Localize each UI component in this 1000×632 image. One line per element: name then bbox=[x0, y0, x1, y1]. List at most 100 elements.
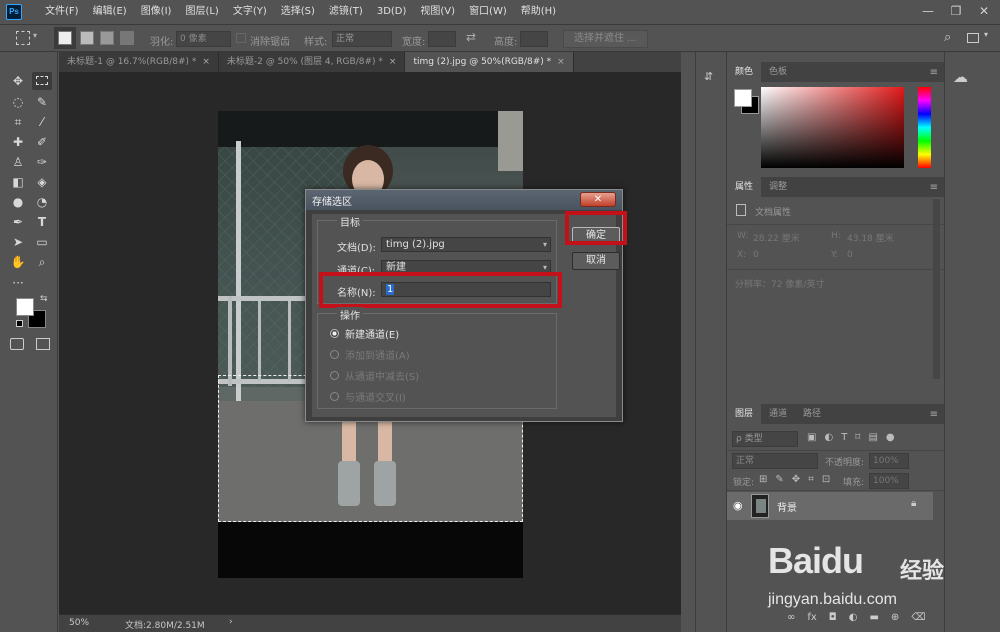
dialog-close-button[interactable]: ✕ bbox=[580, 192, 616, 207]
cancel-button[interactable]: 取消 bbox=[572, 252, 620, 270]
intersect-selection-icon[interactable] bbox=[120, 31, 134, 45]
lock-artboard-icon[interactable]: ⌗ bbox=[808, 474, 814, 485]
link-layers-icon[interactable]: ∞ bbox=[787, 612, 795, 623]
history-brush-tool-icon[interactable]: ✑ bbox=[32, 153, 52, 171]
restore-button[interactable]: ❐ bbox=[942, 2, 970, 20]
style-select[interactable]: 正常 bbox=[332, 31, 392, 47]
add-mask-icon[interactable]: ◘ bbox=[829, 612, 837, 623]
menu-window[interactable]: 窗口(W) bbox=[462, 0, 514, 24]
dodge-tool-icon[interactable]: ◔ bbox=[32, 193, 52, 211]
minimize-button[interactable]: — bbox=[914, 2, 942, 20]
subtract-selection-icon[interactable] bbox=[100, 31, 114, 45]
fill-input[interactable]: 100% bbox=[869, 473, 909, 489]
eraser-tool-icon[interactable]: ◧ bbox=[8, 173, 28, 191]
status-menu-icon[interactable]: › bbox=[229, 617, 233, 627]
rectangle-tool-icon[interactable]: ▭ bbox=[32, 233, 52, 251]
filter-toggle-icon[interactable]: ● bbox=[886, 432, 895, 443]
smart-object-filter-icon[interactable]: ▤ bbox=[868, 432, 877, 443]
chevron-down-icon[interactable]: ▾ bbox=[33, 31, 37, 40]
tab-close-icon[interactable]: × bbox=[557, 57, 565, 67]
pixel-filter-icon[interactable]: ▣ bbox=[807, 432, 816, 443]
menu-image[interactable]: 图像(I) bbox=[134, 0, 179, 24]
color-field[interactable] bbox=[761, 87, 904, 168]
tab-layers[interactable]: 图层 bbox=[727, 404, 762, 424]
group-icon[interactable]: ▬ bbox=[869, 612, 878, 623]
foreground-color-swatch[interactable] bbox=[16, 298, 34, 316]
hue-slider[interactable] bbox=[918, 87, 931, 168]
swap-icon[interactable]: ⇄ bbox=[466, 30, 476, 44]
menu-select[interactable]: 选择(S) bbox=[274, 0, 322, 24]
adjustment-filter-icon[interactable]: ◐ bbox=[824, 432, 833, 443]
tab-close-icon[interactable]: × bbox=[202, 57, 210, 67]
shape-filter-icon[interactable]: ⌑ bbox=[855, 432, 860, 443]
tab-untitled-1[interactable]: 未标题-1 @ 16.7%(RGB/8#) * × bbox=[59, 52, 219, 72]
history-panel-icon[interactable]: ⇵ bbox=[704, 70, 713, 83]
stamp-tool-icon[interactable]: ♙ bbox=[8, 153, 28, 171]
crop-tool-icon[interactable]: ⌗ bbox=[8, 113, 28, 131]
zoom-level[interactable]: 50% bbox=[69, 618, 89, 628]
select-and-mask-button[interactable]: 选择并遮住 ... bbox=[563, 30, 648, 48]
marquee-preset-icon[interactable] bbox=[16, 31, 30, 45]
width-input[interactable] bbox=[428, 31, 456, 47]
healing-tool-icon[interactable]: ✚ bbox=[8, 133, 28, 151]
tab-properties[interactable]: 属性 bbox=[727, 177, 762, 197]
quick-select-tool-icon[interactable]: ✎ bbox=[32, 93, 52, 111]
type-filter-icon[interactable]: T bbox=[841, 432, 847, 443]
menu-3d[interactable]: 3D(D) bbox=[370, 0, 414, 24]
brush-tool-icon[interactable]: ✐ bbox=[32, 133, 52, 151]
creative-cloud-icon[interactable]: ☁ bbox=[953, 68, 968, 86]
blend-mode-select[interactable]: 正常 bbox=[732, 453, 818, 469]
zoom-tool-icon[interactable]: ⌕ bbox=[32, 253, 52, 271]
quick-mask-icon[interactable] bbox=[10, 338, 24, 350]
close-window-button[interactable]: ✕ bbox=[970, 2, 998, 20]
menu-file[interactable]: 文件(F) bbox=[38, 0, 86, 24]
menu-layer[interactable]: 图层(L) bbox=[178, 0, 225, 24]
path-select-tool-icon[interactable]: ➤ bbox=[8, 233, 28, 251]
swap-colors-icon[interactable]: ⇆ bbox=[40, 294, 48, 304]
hand-tool-icon[interactable]: ✋ bbox=[8, 253, 28, 271]
opacity-input[interactable]: 100% bbox=[869, 453, 909, 469]
document-select[interactable]: timg (2).jpg ▾ bbox=[381, 237, 551, 252]
dialog-title-bar[interactable]: 存储选区 ✕ bbox=[306, 190, 622, 210]
panel-menu-icon[interactable]: ≡ bbox=[930, 67, 938, 78]
marquee-tool-icon[interactable] bbox=[32, 72, 52, 90]
default-colors-icon[interactable] bbox=[16, 320, 23, 327]
adjustment-layer-icon[interactable]: ◐ bbox=[849, 612, 858, 623]
tab-untitled-2[interactable]: 未标题-2 @ 50% (图层 4, RGB/8#) * × bbox=[218, 52, 406, 72]
antialias-checkbox[interactable] bbox=[236, 33, 246, 43]
workspace-icon[interactable] bbox=[967, 33, 979, 43]
layer-row-background[interactable]: ◉ 背景 🔒︎ bbox=[727, 492, 933, 520]
tab-adjustments[interactable]: 调整 bbox=[761, 177, 795, 197]
move-tool-icon[interactable]: ✥ bbox=[8, 72, 28, 90]
menu-edit[interactable]: 编辑(E) bbox=[86, 0, 134, 24]
screen-mode-icon[interactable] bbox=[36, 338, 50, 350]
menu-filter[interactable]: 滤镜(T) bbox=[322, 0, 370, 24]
menu-type[interactable]: 文字(Y) bbox=[226, 0, 274, 24]
delete-layer-icon[interactable]: ⌫ bbox=[911, 612, 925, 623]
blur-tool-icon[interactable]: ● bbox=[8, 193, 28, 211]
pen-tool-icon[interactable]: ✒ bbox=[8, 213, 28, 231]
lock-all-icon[interactable]: ⊡ bbox=[822, 474, 830, 485]
new-selection-icon[interactable] bbox=[58, 31, 72, 45]
tab-timg[interactable]: timg (2).jpg @ 50%(RGB/8#) * × bbox=[405, 52, 574, 72]
search-icon[interactable]: ⌕ bbox=[944, 30, 951, 45]
menu-view[interactable]: 视图(V) bbox=[413, 0, 462, 24]
op-intersect-channel[interactable]: 与通道交叉(I) bbox=[330, 389, 406, 404]
layer-kind-filter[interactable]: ρ 类型 bbox=[732, 431, 798, 447]
workspace-chevron-icon[interactable]: ▾ bbox=[984, 30, 988, 39]
feather-input[interactable]: 0 像素 bbox=[176, 31, 231, 47]
add-selection-icon[interactable] bbox=[80, 31, 94, 45]
tab-swatches[interactable]: 色板 bbox=[761, 62, 795, 82]
op-add-channel[interactable]: 添加到通道(A) bbox=[330, 347, 410, 362]
lock-pixels-icon[interactable]: ✎ bbox=[775, 474, 783, 485]
tab-close-icon[interactable]: × bbox=[389, 57, 397, 67]
paint-bucket-tool-icon[interactable]: ◈ bbox=[32, 173, 52, 191]
lasso-tool-icon[interactable]: ◌ bbox=[8, 93, 28, 111]
op-new-channel[interactable]: 新建通道(E) bbox=[330, 326, 399, 341]
panel-menu-icon[interactable]: ≡ bbox=[930, 409, 938, 420]
tab-paths[interactable]: 路径 bbox=[795, 404, 829, 424]
lock-position-icon[interactable]: ✥ bbox=[792, 474, 800, 485]
panel-menu-icon[interactable]: ≡ bbox=[930, 182, 938, 193]
more-tools-icon[interactable]: ··· bbox=[8, 274, 28, 292]
eyedropper-tool-icon[interactable]: ⁄ bbox=[32, 113, 52, 131]
